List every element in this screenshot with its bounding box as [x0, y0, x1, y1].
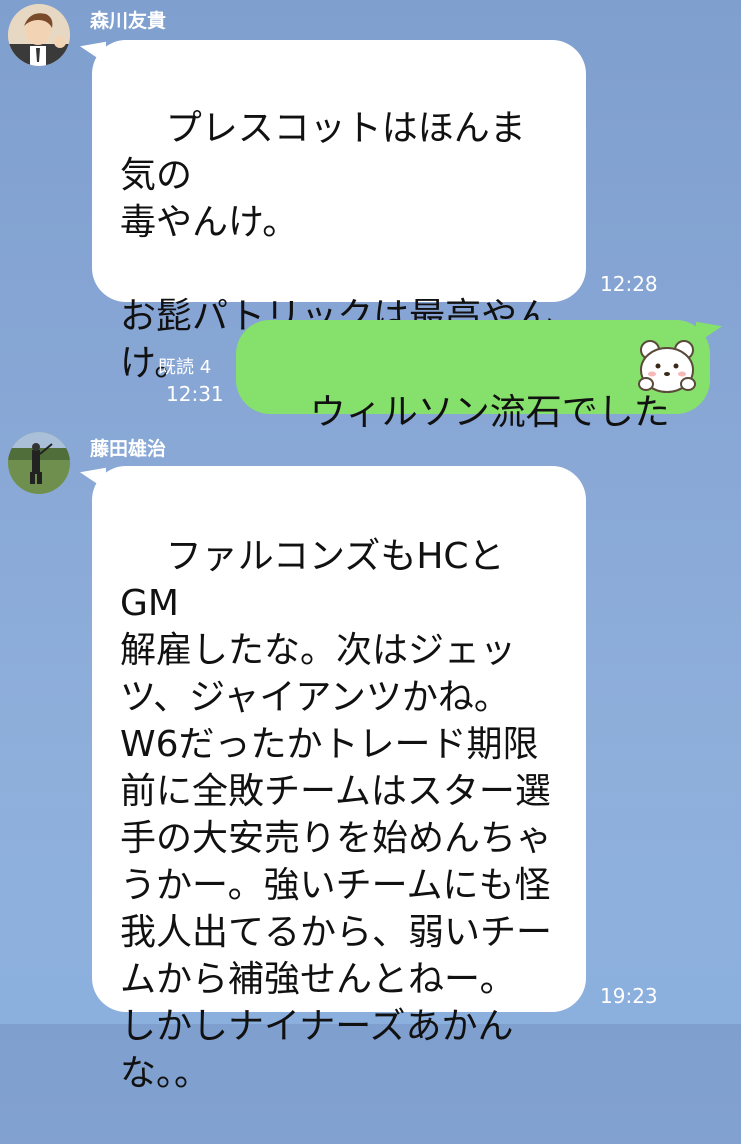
- sender-name: 藤田雄治: [90, 438, 167, 460]
- avatar[interactable]: [8, 4, 70, 66]
- chat-view: 森川友貴 プレスコットはほんま気の 毒やんけ。 お髭パトリックは最高やん け。 …: [0, 0, 741, 1094]
- message-bubble[interactable]: ファルコンズもHCとGM 解雇したな。次はジェッ ツ、ジャイアンツかね。 W6だ…: [92, 466, 586, 1094]
- message-text: ファルコンズもHCとGM 解雇したな。次はジェッ ツ、ジャイアンツかね。 W6だ…: [120, 536, 553, 1094]
- bear-emoji-icon: [634, 338, 700, 396]
- message-time: 19:23: [600, 984, 658, 1008]
- avatar[interactable]: [8, 432, 70, 494]
- message-time: 12:28: [600, 272, 658, 296]
- avatar-photo-icon: [8, 432, 70, 494]
- message-time: 12:31: [166, 382, 224, 406]
- read-receipt: 既読 4: [158, 357, 212, 378]
- sender-name: 森川友貴: [90, 10, 167, 32]
- avatar-illustration-icon: [8, 4, 70, 66]
- message-text: ウィルソン流石でした: [309, 392, 670, 433]
- message-bubble[interactable]: プレスコットはほんま気の 毒やんけ。 お髭パトリックは最高やん け。: [92, 40, 586, 384]
